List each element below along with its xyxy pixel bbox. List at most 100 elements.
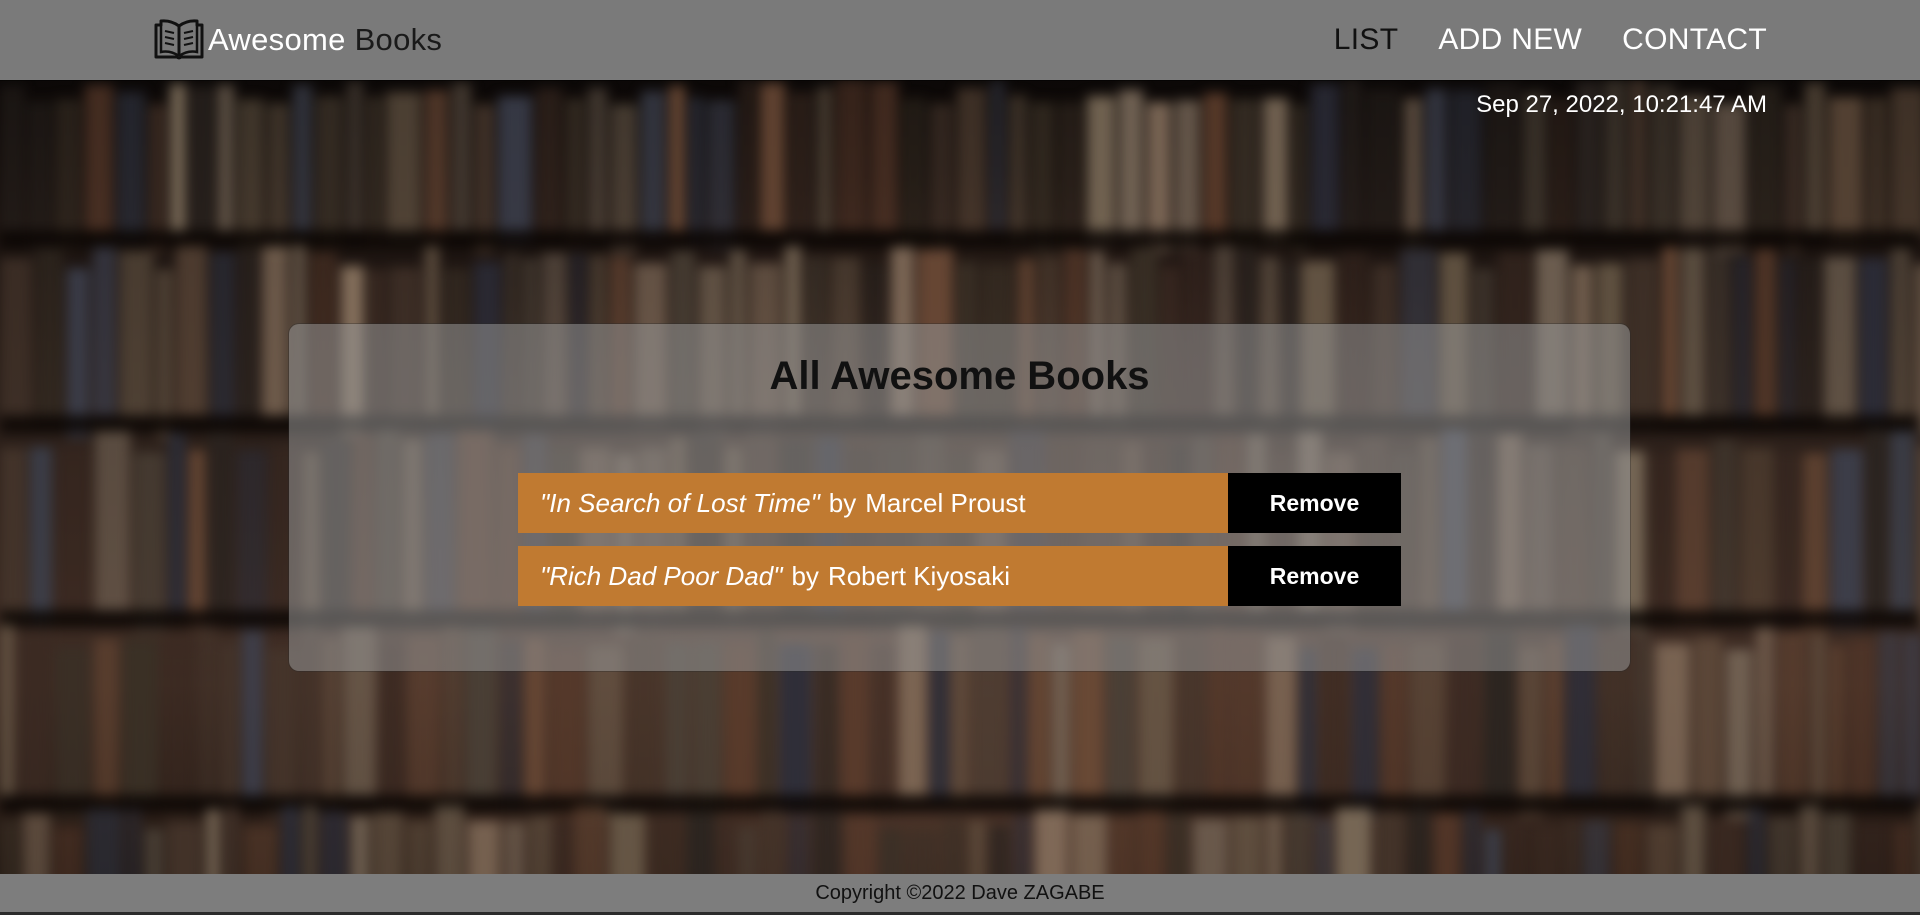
background-book xyxy=(689,97,703,247)
background-book xyxy=(1655,643,1690,813)
background-book xyxy=(1352,648,1378,818)
background-book xyxy=(1663,247,1677,417)
background-book xyxy=(189,450,205,630)
background-book xyxy=(1627,259,1659,429)
background-book xyxy=(30,447,52,627)
background-book xyxy=(347,82,363,232)
book-row: "In Search of Lost Time" by Marcel Prous… xyxy=(518,473,1401,533)
background-book xyxy=(1755,249,1776,419)
background-book xyxy=(242,631,263,801)
background-book xyxy=(1300,648,1316,818)
background-book xyxy=(1551,98,1572,248)
background-book xyxy=(1803,453,1827,633)
background-book xyxy=(85,85,113,235)
background-book xyxy=(1726,649,1752,819)
background-book xyxy=(1867,97,1887,247)
background-book xyxy=(93,247,116,417)
background-book xyxy=(536,88,562,238)
background-book xyxy=(871,82,898,232)
background-book xyxy=(0,625,14,795)
nav-add-new-link[interactable]: ADD NEW xyxy=(1438,23,1582,57)
background-book xyxy=(170,84,186,234)
background-book xyxy=(198,625,217,795)
background-book xyxy=(1824,257,1856,427)
book-info: "In Search of Lost Time" by Marcel Prous… xyxy=(518,473,1228,533)
background-book xyxy=(1311,84,1339,234)
nav-list-link[interactable]: LIST xyxy=(1334,23,1399,57)
background-book xyxy=(1426,89,1446,239)
background-book xyxy=(209,432,233,612)
background-book xyxy=(0,86,24,236)
background-book xyxy=(1848,639,1875,809)
background-book xyxy=(1204,93,1227,243)
open-book-icon xyxy=(153,19,205,61)
background-book xyxy=(18,630,51,800)
background-book xyxy=(1343,80,1361,230)
background-book xyxy=(1829,97,1863,247)
background-book xyxy=(1799,260,1820,430)
book-title: "Rich Dad Poor Dad" xyxy=(540,560,783,591)
nav-contact-link[interactable]: CONTACT xyxy=(1622,23,1767,57)
background-book xyxy=(498,96,532,246)
background-book xyxy=(641,91,665,241)
background-book xyxy=(1734,257,1751,427)
background-book xyxy=(0,448,26,628)
background-book xyxy=(1519,647,1543,817)
header: Awesome Books LIST ADD NEW CONTACT xyxy=(0,0,1920,80)
background-book xyxy=(957,88,986,238)
background-book xyxy=(316,96,343,246)
background-book xyxy=(95,431,130,611)
background-book xyxy=(162,648,194,818)
background-book xyxy=(1263,98,1288,248)
background-book xyxy=(293,85,312,235)
background-book xyxy=(94,639,119,809)
background-book xyxy=(386,92,421,242)
background-book xyxy=(760,83,785,233)
background-book xyxy=(1904,634,1920,804)
background-book xyxy=(1778,451,1799,631)
background-book xyxy=(1365,89,1400,239)
background-book xyxy=(1778,632,1807,802)
background-book xyxy=(1231,99,1259,249)
background-book xyxy=(56,445,91,625)
background-book xyxy=(1087,96,1115,246)
background-book xyxy=(1914,264,1920,434)
background-book xyxy=(0,258,32,428)
background-book xyxy=(169,433,185,613)
background-book xyxy=(588,646,623,816)
background-book xyxy=(588,88,607,238)
background-book xyxy=(217,85,234,235)
logo-word-awesome: Awesome xyxy=(208,22,346,57)
background-book xyxy=(707,100,735,250)
background-book xyxy=(1009,95,1027,245)
background-book xyxy=(669,86,685,236)
background-book xyxy=(1404,98,1422,248)
book-info: "Rich Dad Poor Dad" by Robert Kiyosaki xyxy=(518,546,1228,606)
background-book xyxy=(1879,632,1900,802)
background-book xyxy=(817,87,832,237)
background-book xyxy=(1891,248,1910,418)
background-book xyxy=(28,101,51,251)
footer: Copyright ©2022 Dave ZAGABE xyxy=(0,874,1920,912)
books-list-panel: All Awesome Books "In Search of Lost Tim… xyxy=(289,324,1630,671)
background-book xyxy=(67,268,89,438)
background-book xyxy=(36,248,63,418)
background-book xyxy=(117,92,145,242)
background-book xyxy=(1830,644,1844,814)
background-book xyxy=(1709,249,1730,419)
background-book xyxy=(176,246,207,416)
logo[interactable]: Awesome Books xyxy=(153,18,442,62)
book-row: "Rich Dad Poor Dad" by Robert Kiyosaki R… xyxy=(518,546,1401,606)
background-book xyxy=(739,80,756,230)
remove-book-button[interactable]: Remove xyxy=(1228,546,1401,606)
background-book xyxy=(1890,431,1914,611)
background-book xyxy=(1681,248,1705,418)
book-by-label: by xyxy=(828,487,857,518)
background-book xyxy=(425,90,448,240)
background-book xyxy=(221,642,238,812)
remove-book-button[interactable]: Remove xyxy=(1228,473,1401,533)
background-book xyxy=(367,96,382,246)
background-book xyxy=(267,648,298,818)
background-book xyxy=(566,98,584,248)
main-nav: LIST ADD NEW CONTACT xyxy=(1294,18,1767,62)
